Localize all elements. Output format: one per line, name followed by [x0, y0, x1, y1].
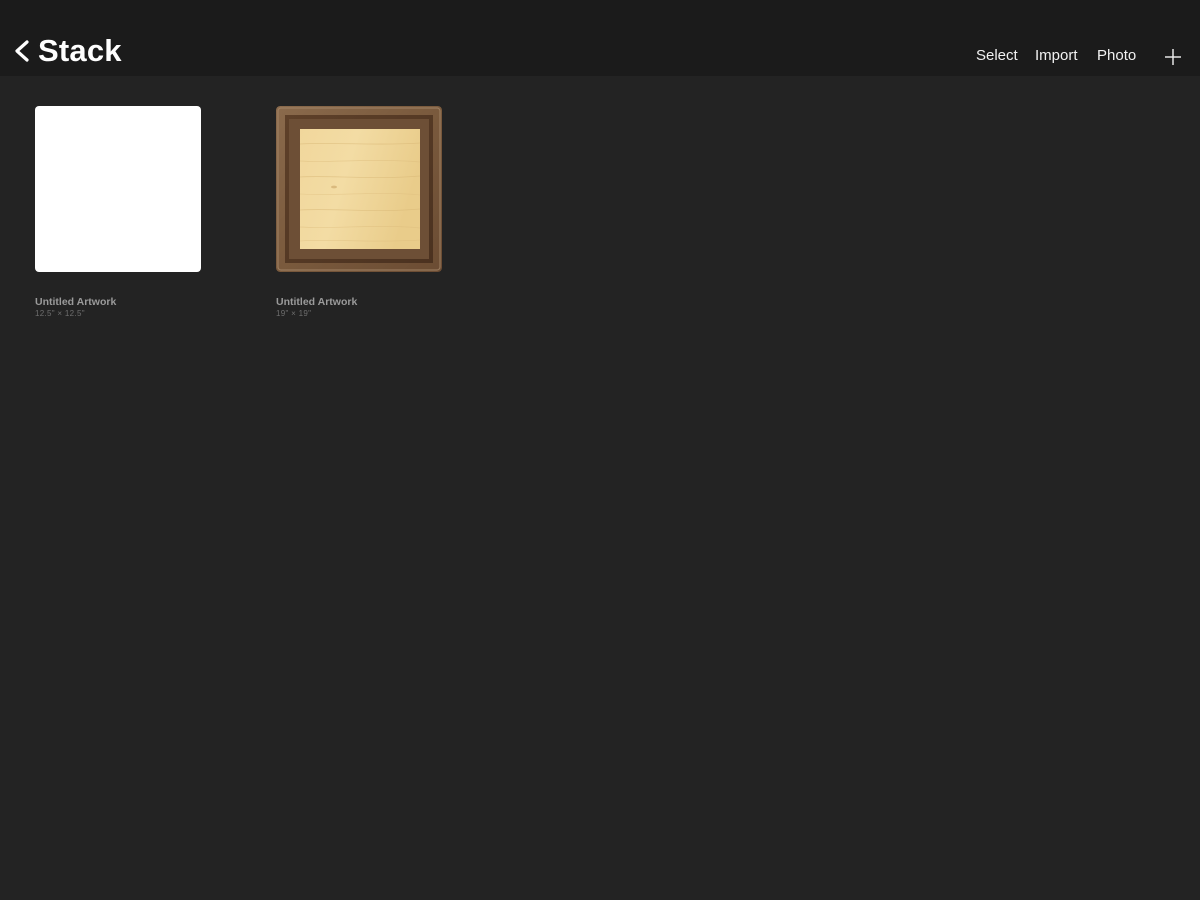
wooden-frame-image [276, 106, 442, 272]
chevron-left-icon [15, 40, 29, 62]
add-artwork-button[interactable] [1163, 47, 1183, 67]
artwork-item[interactable]: Untitled Artwork 12.5" × 12.5" [35, 106, 203, 319]
artwork-size: 19" × 19" [276, 309, 312, 318]
artwork-thumbnail-wood-frame[interactable] [276, 106, 442, 272]
navigation-bar: Stack Select Import Photo [0, 0, 1200, 76]
artwork-title[interactable]: Untitled Artwork [35, 296, 203, 308]
plus-icon [1165, 49, 1181, 65]
artwork-gallery: Untitled Artwork 12.5" × 12.5" Untitled … [0, 76, 1200, 900]
photo-button[interactable]: Photo [1097, 44, 1136, 68]
artwork-item[interactable]: Untitled Artwork 19" × 19" [276, 106, 444, 319]
page-title: Stack [38, 33, 122, 68]
select-button[interactable]: Select [976, 44, 1018, 68]
procreate-gallery-app: Stack Select Import Photo Untitled Artwo… [0, 0, 1200, 900]
artwork-thumbnail-blank[interactable] [35, 106, 201, 272]
import-button[interactable]: Import [1035, 44, 1078, 68]
artwork-title[interactable]: Untitled Artwork [276, 296, 444, 308]
artwork-size: 12.5" × 12.5" [35, 309, 85, 318]
back-button[interactable] [12, 28, 34, 76]
